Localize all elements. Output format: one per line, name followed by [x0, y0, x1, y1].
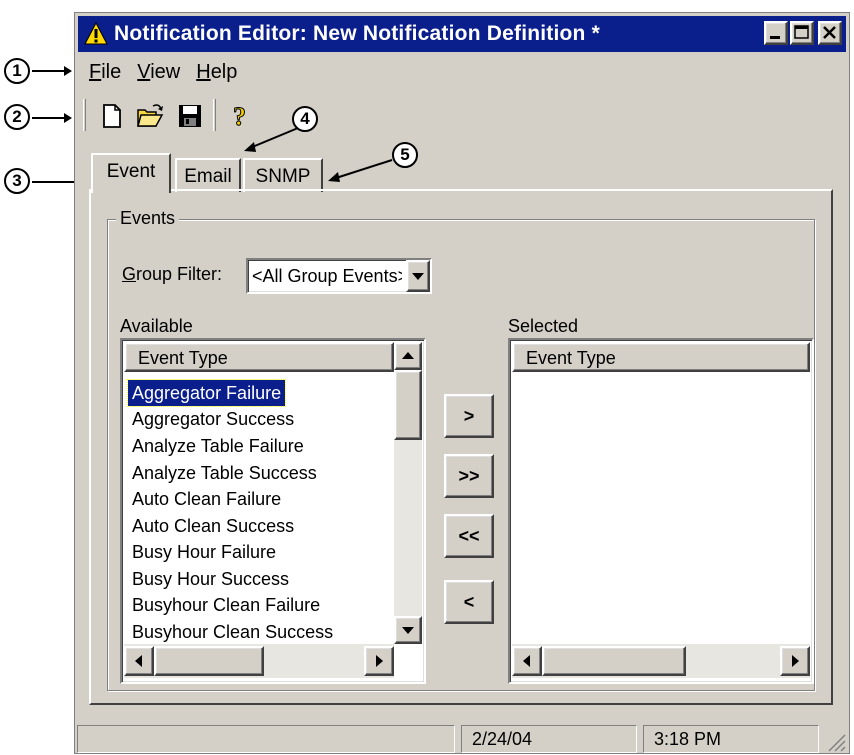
- selected-label: Selected: [508, 316, 579, 336]
- list-item[interactable]: Busy Hour Failure: [128, 539, 280, 565]
- events-group-box: Events Group Filter: <All Group Events> …: [107, 208, 815, 691]
- scroll-left-button[interactable]: [124, 646, 154, 676]
- arrow-left-icon: [135, 655, 142, 667]
- available-horizontal-scrollbar[interactable]: [124, 644, 394, 678]
- toolbar-separator: [213, 99, 216, 131]
- chevron-down-icon: [412, 273, 424, 280]
- menu-help-mnemonic: H: [196, 60, 211, 83]
- scroll-thumb[interactable]: [154, 646, 264, 676]
- callout-number: 1: [4, 58, 30, 84]
- list-item[interactable]: Analyze Table Success: [128, 460, 321, 486]
- scroll-left-button[interactable]: [512, 646, 542, 676]
- list-item[interactable]: Busyhour Clean Success: [128, 619, 337, 645]
- scroll-right-button[interactable]: [780, 646, 810, 676]
- available-column-header[interactable]: Event Type: [124, 342, 394, 372]
- selected-listbox[interactable]: Event Type: [508, 338, 814, 684]
- callout-number: 2: [4, 104, 30, 130]
- scroll-thumb[interactable]: [394, 370, 422, 440]
- arrow-down-icon: [402, 627, 414, 634]
- group-filter-dropdown-button[interactable]: [406, 260, 430, 292]
- callout-number: 3: [4, 168, 30, 194]
- scroll-thumb[interactable]: [542, 646, 686, 676]
- menu-view[interactable]: View: [129, 61, 188, 84]
- maximize-icon: [794, 25, 809, 39]
- callout-arrow: [244, 127, 299, 152]
- events-group-legend: Events: [116, 208, 180, 229]
- callout-arrow: [32, 113, 72, 123]
- group-filter-text: roup Filter:: [136, 264, 223, 284]
- menu-view-label: iew: [150, 60, 181, 83]
- save-button[interactable]: [175, 101, 205, 131]
- list-item[interactable]: Analyze Table Failure: [128, 433, 308, 459]
- list-item[interactable]: Auto Clean Success: [128, 513, 298, 539]
- open-button[interactable]: [135, 101, 165, 131]
- list-item[interactable]: Auto Clean Failure: [128, 486, 285, 512]
- list-item[interactable]: Aggregator Failure: [126, 379, 287, 407]
- callout-arrow: [32, 66, 72, 76]
- available-vertical-scrollbar[interactable]: [394, 342, 422, 644]
- arrow-right-icon: [376, 655, 383, 667]
- scroll-up-button[interactable]: [394, 342, 422, 370]
- menu-help[interactable]: Help: [188, 61, 245, 84]
- tab-email[interactable]: Email: [175, 158, 241, 192]
- resize-grip-icon[interactable]: [825, 731, 847, 753]
- list-item[interactable]: Busy Hour Success: [128, 566, 293, 592]
- group-filter-dropdown[interactable]: <All Group Events>: [246, 258, 432, 294]
- available-listbox[interactable]: Event Type Aggregator Failure Aggregator…: [120, 338, 426, 684]
- scroll-down-button[interactable]: [394, 616, 422, 644]
- tab-snmp-label: SNMP: [255, 166, 311, 187]
- toolbar: ?: [79, 95, 839, 135]
- warning-icon: [84, 22, 108, 45]
- arrow-right-icon: [792, 655, 799, 667]
- title-bar[interactable]: Notification Editor: New Notification De…: [78, 16, 846, 52]
- event-tab-panel: Events Group Filter: <All Group Events> …: [89, 189, 833, 705]
- callout-arrow: [328, 159, 393, 182]
- menu-file-mnemonic: F: [89, 60, 102, 83]
- tab-email-label: Email: [184, 166, 232, 187]
- status-time: 3:18 PM: [643, 725, 819, 753]
- scroll-right-button[interactable]: [364, 646, 394, 676]
- add-button[interactable]: >: [444, 394, 494, 438]
- open-folder-icon: [137, 104, 164, 127]
- toolbar-grip[interactable]: [83, 99, 86, 131]
- notification-editor-window: Notification Editor: New Notification De…: [74, 12, 850, 754]
- list-item[interactable]: Aggregator Success: [128, 406, 298, 432]
- group-filter-value: <All Group Events>: [252, 266, 402, 286]
- new-button[interactable]: [97, 101, 127, 131]
- tab-event[interactable]: Event: [91, 153, 171, 193]
- save-disk-icon: [179, 105, 201, 127]
- new-document-icon: [103, 104, 121, 128]
- selected-column-header[interactable]: Event Type: [512, 342, 810, 372]
- arrow-up-icon: [402, 352, 414, 359]
- menu-help-label: elp: [210, 60, 238, 83]
- add-all-button[interactable]: >>: [444, 454, 494, 498]
- minimize-button[interactable]: [764, 21, 788, 45]
- close-button[interactable]: [818, 21, 842, 45]
- remove-button[interactable]: <: [444, 580, 494, 624]
- status-message: [77, 725, 455, 753]
- menu-file[interactable]: File: [81, 61, 129, 84]
- menu-view-mnemonic: V: [137, 60, 151, 83]
- group-filter-label: Group Filter:: [122, 264, 222, 285]
- selected-horizontal-scrollbar[interactable]: [512, 644, 810, 678]
- status-bar: 2/24/04 3:18 PM: [75, 719, 851, 755]
- tab-event-label: Event: [106, 161, 156, 182]
- menu-file-label: ile: [101, 60, 122, 83]
- window-title: Notification Editor: New Notification De…: [114, 22, 600, 45]
- arrow-left-icon: [523, 655, 530, 667]
- minimize-icon: [770, 36, 780, 39]
- available-label: Available: [120, 316, 193, 336]
- list-item[interactable]: Busyhour Clean Failure: [128, 592, 324, 618]
- close-icon: [823, 26, 836, 39]
- maximize-button[interactable]: [790, 21, 814, 45]
- remove-all-button[interactable]: <<: [444, 514, 494, 558]
- menu-bar: File View Help: [81, 57, 245, 87]
- group-filter-mnemonic: G: [122, 264, 137, 284]
- status-date: 2/24/04: [461, 725, 637, 753]
